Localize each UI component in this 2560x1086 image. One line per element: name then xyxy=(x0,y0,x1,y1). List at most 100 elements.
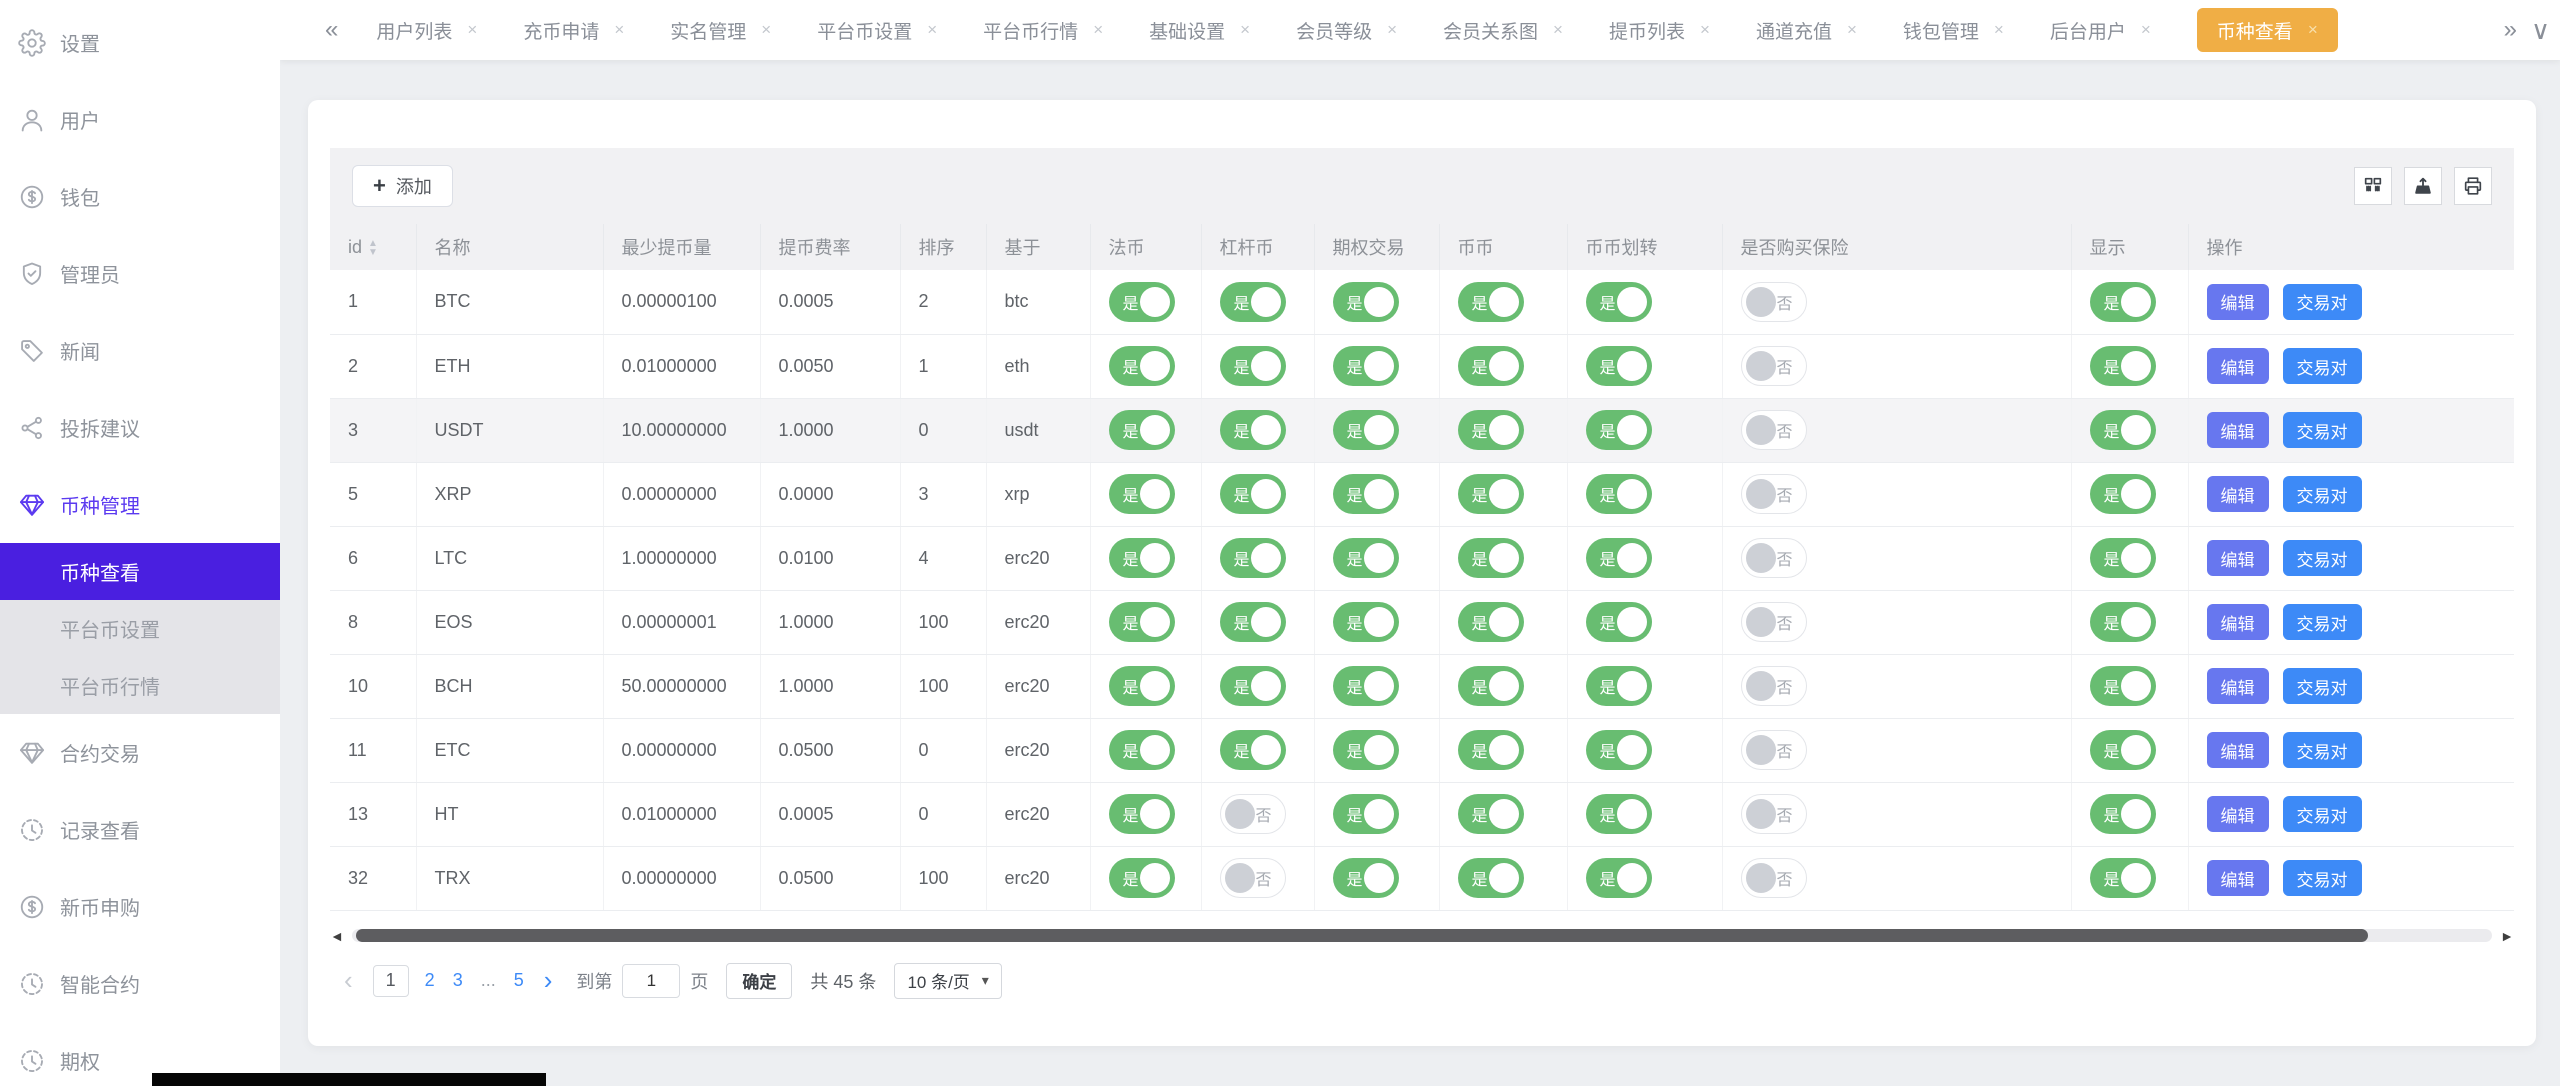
option_trade-toggle[interactable]: 是 xyxy=(1333,474,1399,514)
tab-platform-coin-market[interactable]: 平台币行情× xyxy=(983,17,1103,44)
insurance-toggle[interactable]: 否 xyxy=(1741,602,1807,642)
scrollbar-thumb[interactable] xyxy=(356,929,2368,942)
spot-toggle[interactable]: 是 xyxy=(1458,602,1524,642)
option_trade-toggle[interactable]: 是 xyxy=(1333,346,1399,386)
spot-toggle[interactable]: 是 xyxy=(1458,410,1524,450)
print-button[interactable] xyxy=(2454,167,2492,205)
trading-pair-button[interactable]: 交易对 xyxy=(2283,348,2362,384)
scroll-right-icon[interactable]: ► xyxy=(2500,929,2514,943)
tab-deposit-apply[interactable]: 充币申请× xyxy=(523,17,624,44)
leverage-toggle[interactable]: 是 xyxy=(1220,602,1286,642)
sidebar-item-news[interactable]: 新闻 xyxy=(0,312,280,389)
sidebar-item-contract-trade[interactable]: 合约交易 xyxy=(0,714,280,791)
add-button[interactable]: + 添加 xyxy=(352,165,453,207)
expand-tabs-icon[interactable]: » xyxy=(2504,16,2517,44)
jump-page-input[interactable] xyxy=(622,964,680,998)
tab-close-icon[interactable]: × xyxy=(1700,20,1710,40)
transfer-toggle[interactable]: 是 xyxy=(1586,858,1652,898)
transfer-toggle[interactable]: 是 xyxy=(1586,602,1652,642)
fiat-toggle[interactable]: 是 xyxy=(1109,346,1175,386)
leverage-toggle[interactable]: 是 xyxy=(1220,410,1286,450)
edit-button[interactable]: 编辑 xyxy=(2207,604,2269,640)
leverage-toggle[interactable]: 是 xyxy=(1220,538,1286,578)
tab-close-icon[interactable]: × xyxy=(467,20,477,40)
sidebar-item-coin-manage[interactable]: 币种管理 xyxy=(0,466,280,543)
transfer-toggle[interactable]: 是 xyxy=(1586,474,1652,514)
scroll-left-icon[interactable]: ◄ xyxy=(330,929,344,943)
sidebar-item-wallet[interactable]: 钱包 xyxy=(0,158,280,235)
collapse-tabs-icon[interactable]: « xyxy=(325,16,338,44)
trading-pair-button[interactable]: 交易对 xyxy=(2283,412,2362,448)
edit-button[interactable]: 编辑 xyxy=(2207,284,2269,320)
display-toggle[interactable]: 是 xyxy=(2090,602,2156,642)
edit-button[interactable]: 编辑 xyxy=(2207,348,2269,384)
sidebar-item-users[interactable]: 用户 xyxy=(0,81,280,158)
fiat-toggle[interactable]: 是 xyxy=(1109,538,1175,578)
option_trade-toggle[interactable]: 是 xyxy=(1333,538,1399,578)
spot-toggle[interactable]: 是 xyxy=(1458,858,1524,898)
tab-close-icon[interactable]: × xyxy=(761,20,771,40)
columns-button[interactable] xyxy=(2354,167,2392,205)
sidebar-subitem-platform-coin-market[interactable]: 平台币行情 xyxy=(0,657,280,714)
option_trade-toggle[interactable]: 是 xyxy=(1333,730,1399,770)
leverage-toggle[interactable]: 是 xyxy=(1220,346,1286,386)
fiat-toggle[interactable]: 是 xyxy=(1109,410,1175,450)
edit-button[interactable]: 编辑 xyxy=(2207,412,2269,448)
sidebar-item-new-coin-subscribe[interactable]: 新币申购 xyxy=(0,868,280,945)
tab-close-icon[interactable]: × xyxy=(927,20,937,40)
tab-coin-view[interactable]: 币种查看× xyxy=(2197,8,2338,52)
insurance-toggle[interactable]: 否 xyxy=(1741,410,1807,450)
tab-close-icon[interactable]: × xyxy=(1847,20,1857,40)
trading-pair-button[interactable]: 交易对 xyxy=(2283,540,2362,576)
tab-withdraw-list[interactable]: 提币列表× xyxy=(1609,17,1710,44)
option_trade-toggle[interactable]: 是 xyxy=(1333,858,1399,898)
option_trade-toggle[interactable]: 是 xyxy=(1333,666,1399,706)
tab-channel-deposit[interactable]: 通道充值× xyxy=(1756,17,1857,44)
option_trade-toggle[interactable]: 是 xyxy=(1333,410,1399,450)
fiat-toggle[interactable]: 是 xyxy=(1109,666,1175,706)
spot-toggle[interactable]: 是 xyxy=(1458,474,1524,514)
trading-pair-button[interactable]: 交易对 xyxy=(2283,668,2362,704)
edit-button[interactable]: 编辑 xyxy=(2207,540,2269,576)
display-toggle[interactable]: 是 xyxy=(2090,730,2156,770)
spot-toggle[interactable]: 是 xyxy=(1458,794,1524,834)
trading-pair-button[interactable]: 交易对 xyxy=(2283,732,2362,768)
sort-icon[interactable]: ▲▼ xyxy=(368,239,378,257)
sidebar-subitem-platform-coin-settings[interactable]: 平台币设置 xyxy=(0,600,280,657)
tab-close-icon[interactable]: × xyxy=(1553,20,1563,40)
leverage-toggle[interactable]: 是 xyxy=(1220,730,1286,770)
insurance-toggle[interactable]: 否 xyxy=(1741,730,1807,770)
spot-toggle[interactable]: 是 xyxy=(1458,282,1524,322)
fiat-toggle[interactable]: 是 xyxy=(1109,474,1175,514)
leverage-toggle[interactable]: 是 xyxy=(1220,666,1286,706)
tab-close-icon[interactable]: × xyxy=(1387,20,1397,40)
page-size-select[interactable]: 10 条/页 ▾ xyxy=(894,963,1001,999)
display-toggle[interactable]: 是 xyxy=(2090,474,2156,514)
fiat-toggle[interactable]: 是 xyxy=(1109,858,1175,898)
tab-member-level[interactable]: 会员等级× xyxy=(1296,17,1397,44)
spot-toggle[interactable]: 是 xyxy=(1458,666,1524,706)
fiat-toggle[interactable]: 是 xyxy=(1109,282,1175,322)
prev-page-icon[interactable]: ‹ xyxy=(344,965,353,996)
page-button-5[interactable]: 5 xyxy=(514,970,524,991)
transfer-toggle[interactable]: 是 xyxy=(1586,794,1652,834)
insurance-toggle[interactable]: 否 xyxy=(1741,538,1807,578)
fiat-toggle[interactable]: 是 xyxy=(1109,794,1175,834)
option_trade-toggle[interactable]: 是 xyxy=(1333,282,1399,322)
tab-member-relation[interactable]: 会员关系图× xyxy=(1443,17,1563,44)
scrollbar-track[interactable] xyxy=(352,929,2492,942)
page-button-2[interactable]: 2 xyxy=(425,970,435,991)
leverage-toggle[interactable]: 否 xyxy=(1220,858,1286,898)
export-button[interactable] xyxy=(2404,167,2442,205)
insurance-toggle[interactable]: 否 xyxy=(1741,794,1807,834)
insurance-toggle[interactable]: 否 xyxy=(1741,474,1807,514)
display-toggle[interactable]: 是 xyxy=(2090,346,2156,386)
leverage-toggle[interactable]: 否 xyxy=(1220,794,1286,834)
page-button-current[interactable]: 1 xyxy=(373,965,409,997)
confirm-button[interactable]: 确定 xyxy=(726,963,792,999)
spot-toggle[interactable]: 是 xyxy=(1458,346,1524,386)
sidebar-item-record-view[interactable]: 记录查看 xyxy=(0,791,280,868)
tab-kyc-manage[interactable]: 实名管理× xyxy=(670,17,771,44)
tab-close-icon[interactable]: × xyxy=(2141,20,2151,40)
tab-close-icon[interactable]: × xyxy=(1240,20,1250,40)
